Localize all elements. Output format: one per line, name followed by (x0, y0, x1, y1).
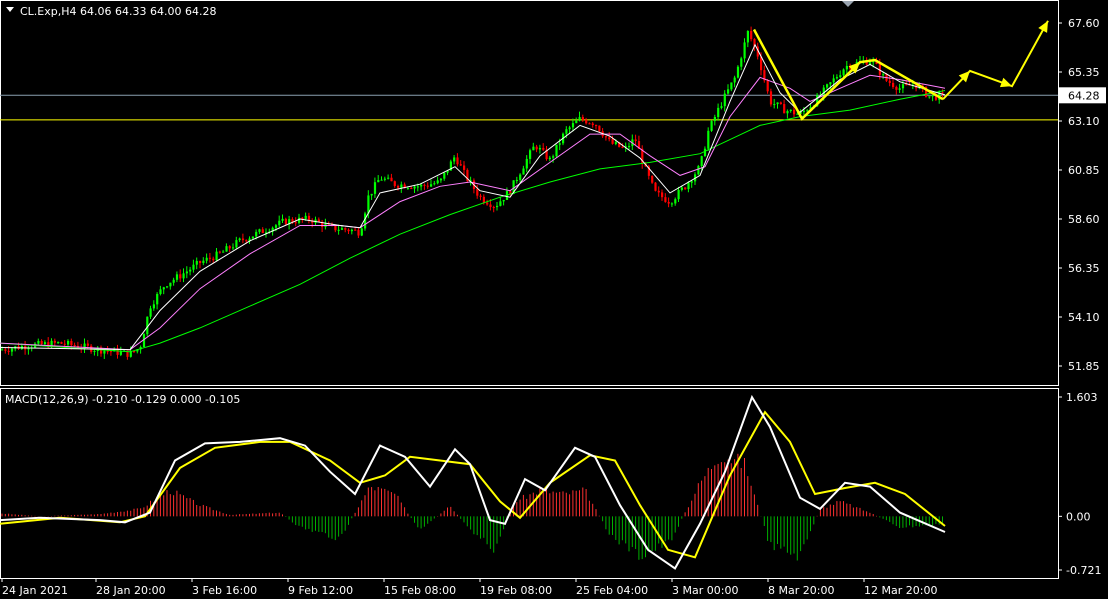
time-tick-label: 19 Feb 08:00 (480, 584, 552, 597)
time-tick-label: 3 Feb 16:00 (192, 584, 257, 597)
time-tick-label: 24 Jan 2021 (2, 584, 68, 597)
candle (654, 181, 657, 192)
time-tick-label: 28 Jan 20:00 (96, 584, 166, 597)
candle (651, 175, 654, 184)
candle (736, 65, 740, 79)
time-tick-label: 15 Feb 08:00 (384, 584, 456, 597)
candle (710, 120, 713, 132)
price-tick-label: 60.85 (1068, 164, 1100, 177)
price-tick-label: 56.35 (1068, 262, 1100, 275)
candle (251, 236, 254, 239)
time-tick-label: 8 Mar 20:00 (768, 584, 834, 597)
candle (697, 164, 700, 176)
candle (466, 168, 469, 183)
symbol-header: CL.Exp,H4 64.06 64.33 64.00 64.28 (20, 5, 216, 18)
price-tick-label: 63.10 (1068, 115, 1100, 128)
price-tick-label: 67.60 (1068, 17, 1100, 30)
macd-tick-label: 1.603 (1066, 391, 1098, 404)
candle (598, 125, 601, 133)
time-tick-label: 9 Feb 12:00 (288, 584, 353, 597)
macd-header: MACD(12,26,9) -0.210 -0.129 0.000 -0.105 (5, 393, 240, 406)
trading-chart[interactable]: CL.Exp,H4 64.06 64.33 64.00 64.28 67.60 6… (0, 0, 1108, 599)
price-tick-label: 58.60 (1068, 213, 1100, 226)
time-tick-label: 3 Mar 00:00 (672, 584, 738, 597)
time-tick-label: 12 Mar 20:00 (864, 584, 937, 597)
price-tick-label: 65.35 (1068, 66, 1100, 79)
candle (707, 127, 710, 152)
current-price-label: 64.28 (1068, 89, 1100, 102)
macd-tick-label: 0.00 (1066, 510, 1091, 523)
chart-background (0, 0, 1108, 599)
candle (555, 144, 558, 158)
macd-tick-label: -0.721 (1066, 564, 1101, 577)
time-tick-label: 25 Feb 04:00 (576, 584, 648, 597)
candle (364, 211, 367, 231)
price-tick-label: 51.85 (1068, 360, 1100, 373)
candle (769, 88, 773, 107)
price-tick-label: 54.10 (1068, 311, 1100, 324)
